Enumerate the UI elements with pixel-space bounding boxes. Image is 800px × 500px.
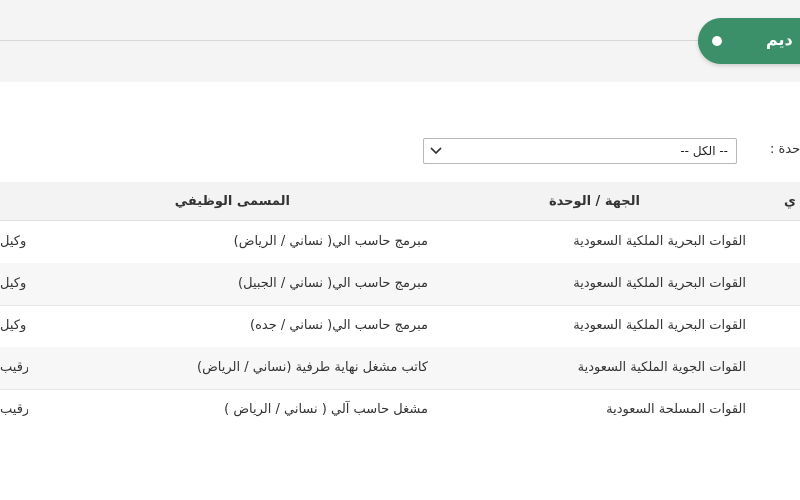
cell-entity: القوات البحرية الملكية السعودية bbox=[573, 276, 746, 291]
table-row[interactable]: القوات الجوية الملكية السعودية كاتب مشغل… bbox=[0, 347, 800, 390]
column-header-entity[interactable]: الجهة / الوحدة bbox=[549, 194, 640, 209]
cell-entity: القوات الجوية الملكية السعودية bbox=[577, 360, 746, 375]
unit-filter-label: حدة : bbox=[770, 142, 800, 157]
cell-entity: القوات المسلحة السعودية bbox=[606, 402, 746, 417]
table-row[interactable]: القوات البحرية الملكية السعودية مبرمج حا… bbox=[0, 305, 800, 348]
apply-button[interactable]: ديم bbox=[698, 18, 800, 64]
cell-rank: رقيب bbox=[0, 360, 28, 375]
cell-entity: القوات البحرية الملكية السعودية bbox=[573, 234, 746, 249]
table-row[interactable]: القوات البحرية الملكية السعودية مبرمج حا… bbox=[0, 263, 800, 306]
apply-button-label: ديم bbox=[766, 30, 793, 49]
column-header-rank[interactable]: ي bbox=[784, 194, 796, 209]
cell-rank: وكيل bbox=[0, 276, 27, 291]
top-divider bbox=[0, 40, 720, 41]
cell-rank: وكيل bbox=[0, 234, 27, 249]
table-header: ي الجهة / الوحدة المسمى الوظيفي bbox=[0, 182, 800, 221]
cell-job-title: كاتب مشغل نهاية طرفية (نساني / الرياض) bbox=[197, 360, 428, 375]
cell-job-title: مشغل حاسب آلي ( نساني / الرياض ) bbox=[224, 402, 428, 417]
cell-rank: وكيل bbox=[0, 318, 27, 333]
cell-job-title: مبرمج حاسب الي( نساني / الجبيل) bbox=[238, 276, 428, 291]
cell-rank: رقيب bbox=[0, 402, 28, 417]
chevron-down-icon bbox=[430, 147, 442, 155]
cell-job-title: مبرمج حاسب الي( نساني / جده) bbox=[250, 318, 428, 333]
column-header-job-title[interactable]: المسمى الوظيفي bbox=[175, 194, 290, 209]
unit-filter-value: -- الكل -- bbox=[680, 144, 728, 158]
cell-job-title: مبرمج حاسب الي( نساني / الرياض) bbox=[233, 234, 428, 249]
table-row[interactable]: القوات المسلحة السعودية مشغل حاسب آلي ( … bbox=[0, 389, 800, 431]
unit-filter-select[interactable]: -- الكل -- bbox=[423, 138, 737, 164]
top-bar bbox=[0, 0, 800, 82]
cell-entity: القوات البحرية الملكية السعودية bbox=[573, 318, 746, 333]
dot-icon bbox=[712, 36, 722, 46]
table-row[interactable]: القوات البحرية الملكية السعودية مبرمج حا… bbox=[0, 221, 800, 264]
